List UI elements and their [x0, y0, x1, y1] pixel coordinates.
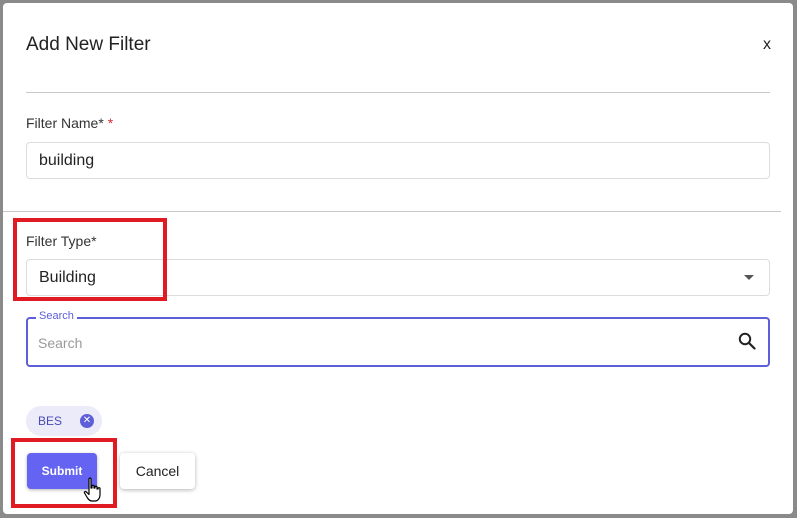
cancel-button[interactable]: Cancel: [120, 453, 195, 489]
dropdown-arrow-icon: [744, 275, 754, 280]
search-icon[interactable]: [738, 332, 756, 350]
required-asterisk: *: [107, 115, 114, 131]
header-divider: [26, 92, 770, 93]
filter-type-label: Filter Type*: [26, 233, 97, 249]
filter-type-select[interactable]: Building: [26, 259, 770, 296]
chip-label: BES: [38, 414, 63, 428]
filter-name-value: building: [39, 151, 95, 169]
chip-remove-icon[interactable]: ✕: [80, 414, 94, 428]
search-field[interactable]: Search: [26, 310, 770, 367]
selected-chip: BES ✕: [26, 406, 102, 436]
filter-name-input[interactable]: building: [26, 142, 770, 179]
filter-name-label-text: Filter Name*: [26, 115, 104, 131]
hand-cursor-icon: [83, 477, 101, 502]
filter-type-value: Building: [39, 268, 96, 286]
close-button[interactable]: x: [763, 36, 771, 54]
search-input[interactable]: [36, 329, 720, 357]
dialog-title: Add New Filter: [26, 34, 151, 55]
filter-name-label: Filter Name* *: [26, 115, 113, 131]
section-divider: [3, 211, 781, 212]
add-filter-dialog: Add New Filter x Filter Name* * building…: [3, 3, 793, 514]
search-legend: Search: [36, 310, 77, 322]
